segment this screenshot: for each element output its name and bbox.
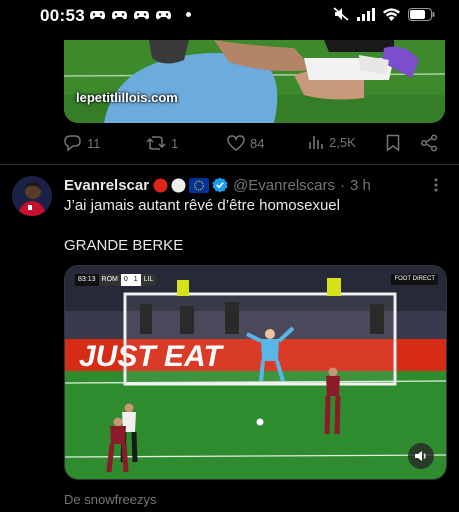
tweet-divider [0,164,459,165]
reply-icon [64,135,81,152]
repost-count: 1 [171,135,179,151]
avatar[interactable] [12,176,52,216]
broadcaster-logo: FOOT DIRECT [391,274,438,285]
tweet-action-bar: 11 1 84 2,5K [64,134,445,156]
tweet-header: Evanrelscar @Evanrelscars · 3 h [64,175,371,195]
game-controller-icon [134,8,149,20]
name-emojis [153,177,228,193]
more-vertical-icon [434,178,438,192]
view-count: 2,5K [329,134,356,150]
media-watermark: lepetitlillois.com [76,90,178,105]
signal-icon [357,7,375,21]
video-attribution[interactable]: De snowfreezys [64,492,156,507]
game-controller-icon [156,8,171,20]
status-bar: 00:53 [0,0,459,30]
mute-toggle-button[interactable] [408,443,434,469]
tweet-text-line: J’ai jamais autant rêvé d’être homosexue… [64,197,340,214]
system-icons [333,7,435,21]
tweet-text-line: GRANDE BERKE [64,237,184,254]
clock: 00:53 [40,6,85,25]
repost-icon [146,136,166,150]
avatar-image [12,176,52,216]
repost-button[interactable]: 1 [146,134,178,152]
red-circle-icon [153,178,168,192]
separator-dot: · [340,176,346,194]
bookmark-icon [386,134,400,152]
eu-flag-icon [189,177,210,193]
tweet-video[interactable]: JUST EAT 83:13 ROM 0 1 LIL FOOT DIRECT [64,265,447,480]
away-team: LIL [140,274,157,286]
like-count: 84 [250,135,265,151]
bookmark-button[interactable] [386,134,400,152]
speaker-icon [415,451,426,461]
reply-count: 11 [87,135,101,151]
like-button[interactable]: 84 [227,134,264,152]
timestamp[interactable]: 3 h [350,177,371,194]
more-options-button[interactable] [433,177,439,198]
home-score: 0 [120,274,131,286]
heart-icon [227,135,245,151]
battery-icon [408,7,435,21]
views-button[interactable]: 2,5K [308,134,356,150]
video-frame: JUST EAT [65,266,446,479]
notification-icons [90,8,171,20]
previous-tweet-media[interactable]: lepetitlillois.com [64,40,445,123]
scorebug: 83:13 ROM 0 1 LIL [75,274,157,286]
share-button[interactable] [420,134,438,152]
game-controller-icon [112,8,127,20]
views-chart-icon [309,136,323,149]
mute-icon [333,7,349,21]
verified-badge-icon [212,177,228,193]
match-clock: 83:13 [75,274,99,286]
share-icon [420,134,438,152]
wifi-icon [383,7,400,21]
user-handle[interactable]: @Evanrelscars [233,177,335,194]
football-photo [64,40,445,123]
away-score: 1 [130,274,141,286]
tweet-text: J’ai jamais autant rêvé d’être homosexue… [64,196,340,256]
game-controller-icon [90,8,105,20]
white-circle-icon [171,178,186,192]
display-name[interactable]: Evanrelscar [64,177,149,194]
home-team: ROM [98,274,121,286]
reply-button[interactable]: 11 [64,134,101,152]
notification-dot [186,12,191,17]
